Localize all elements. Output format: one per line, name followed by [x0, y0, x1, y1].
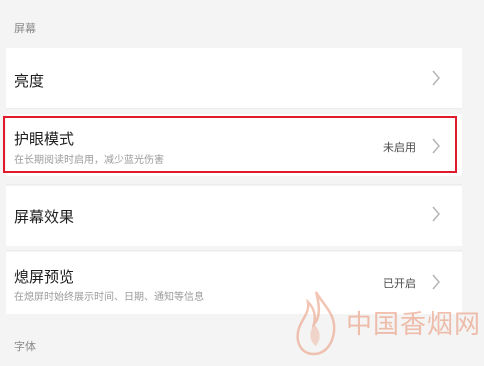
section-title-screen: 屏幕 — [14, 22, 36, 35]
row-title-brightness: 亮度 — [14, 72, 45, 90]
row-title-screen-effect: 屏幕效果 — [14, 208, 75, 226]
watermark-text: 中国香烟网 — [346, 310, 482, 340]
row-value-eye-protection: 未启用 — [383, 141, 416, 154]
divider — [6, 250, 462, 251]
chevron-right-icon — [432, 138, 440, 154]
row-subtitle-aod-preview: 在熄屏时始终展示时间、日期、通知等信息 — [14, 292, 204, 303]
row-title-aod-preview: 熄屏预览 — [14, 268, 75, 286]
settings-row-screen-effect[interactable]: 屏幕效果 — [6, 186, 462, 246]
row-subtitle-eye-protection: 在长期阅读时启用，减少蓝光伤害 — [14, 155, 164, 166]
chevron-right-icon — [432, 70, 440, 86]
section-header-screen: 屏幕 — [0, 0, 484, 44]
flame-logo-icon — [296, 291, 336, 356]
settings-row-brightness[interactable]: 亮度 — [6, 48, 462, 108]
settings-row-eye-protection[interactable]: 护眼模式 在长期阅读时启用，减少蓝光伤害 未启用 — [6, 114, 462, 176]
divider — [6, 108, 462, 109]
chevron-right-icon — [432, 206, 440, 222]
divider — [6, 184, 462, 185]
watermark: 中国香烟网 — [288, 288, 484, 360]
section-title-font: 字体 — [14, 340, 36, 353]
row-title-eye-protection: 护眼模式 — [14, 130, 75, 148]
